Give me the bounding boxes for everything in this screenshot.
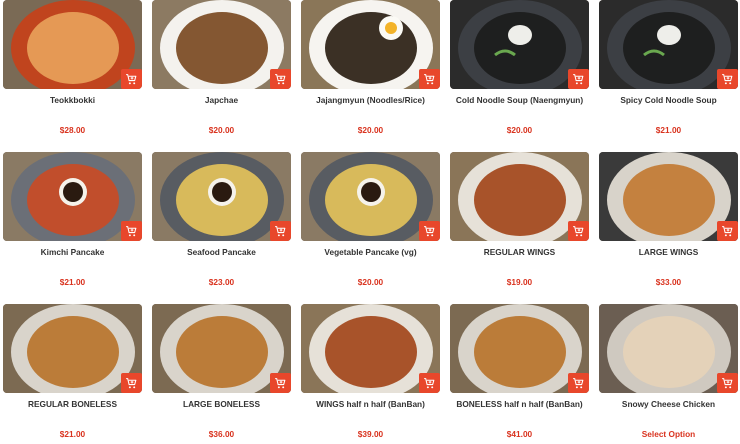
add-to-cart-icon	[126, 377, 137, 388]
add-to-cart-button[interactable]	[121, 69, 142, 89]
menu-item-card[interactable]: Japchae $20.00	[152, 0, 291, 135]
menu-item-name[interactable]: LARGE BONELESS	[152, 399, 291, 411]
add-to-cart-button[interactable]	[121, 373, 142, 393]
menu-item-price: $23.00	[208, 277, 235, 287]
menu-item-card[interactable]: LARGE WINGS $33.00	[599, 152, 738, 287]
menu-item-image[interactable]	[599, 152, 738, 241]
menu-item-name[interactable]: LARGE WINGS	[599, 247, 738, 259]
menu-item-price: $21.00	[655, 125, 682, 135]
menu-item-name[interactable]: Spicy Cold Noodle Soup	[599, 95, 738, 107]
menu-item-price: Select Option	[641, 429, 696, 439]
menu-item-name[interactable]: Snowy Cheese Chicken	[599, 399, 738, 411]
add-to-cart-button[interactable]	[717, 373, 738, 393]
menu-item-card[interactable]: Vegetable Pancake (vg) $20.00	[301, 152, 440, 287]
menu-item-price: $20.00	[357, 277, 384, 287]
add-to-cart-icon	[126, 73, 137, 84]
add-to-cart-icon	[424, 225, 435, 236]
add-to-cart-button[interactable]	[568, 373, 589, 393]
menu-item-image[interactable]	[599, 304, 738, 393]
menu-item-name[interactable]: Vegetable Pancake (vg)	[301, 247, 440, 259]
menu-item-image[interactable]	[152, 152, 291, 241]
menu-item-name[interactable]: BONELESS half n half (BanBan)	[450, 399, 589, 411]
add-to-cart-icon	[722, 73, 733, 84]
add-to-cart-icon	[573, 225, 584, 236]
add-to-cart-button[interactable]	[270, 221, 291, 241]
menu-item-name[interactable]: Cold Noodle Soup (Naengmyun)	[450, 95, 589, 107]
menu-item-price: $33.00	[655, 277, 682, 287]
menu-item-card[interactable]: REGULAR WINGS $19.00	[450, 152, 589, 287]
menu-item-price: $20.00	[506, 125, 533, 135]
menu-item-name[interactable]: REGULAR BONELESS	[3, 399, 142, 411]
menu-item-card[interactable]: Teokkbokki $28.00	[3, 0, 142, 135]
menu-item-name[interactable]: Japchae	[152, 95, 291, 107]
menu-item-price: $20.00	[357, 125, 384, 135]
add-to-cart-button[interactable]	[419, 373, 440, 393]
menu-item-name[interactable]: REGULAR WINGS	[450, 247, 589, 259]
add-to-cart-button[interactable]	[568, 221, 589, 241]
menu-item-name[interactable]: Seafood Pancake	[152, 247, 291, 259]
add-to-cart-icon	[424, 377, 435, 388]
menu-item-price: $21.00	[59, 429, 86, 439]
menu-item-card[interactable]: Seafood Pancake $23.00	[152, 152, 291, 287]
add-to-cart-icon	[573, 73, 584, 84]
menu-item-card[interactable]: Kimchi Pancake $21.00	[3, 152, 142, 287]
menu-item-name[interactable]: Kimchi Pancake	[3, 247, 142, 259]
menu-item-name[interactable]: Teokkbokki	[3, 95, 142, 107]
menu-item-image[interactable]	[301, 304, 440, 393]
menu-item-image[interactable]	[301, 0, 440, 89]
add-to-cart-button[interactable]	[121, 221, 142, 241]
menu-item-price: $20.00	[208, 125, 235, 135]
menu-item-price: $39.00	[357, 429, 384, 439]
add-to-cart-button[interactable]	[568, 69, 589, 89]
add-to-cart-button[interactable]	[419, 221, 440, 241]
menu-item-image[interactable]	[450, 152, 589, 241]
add-to-cart-button[interactable]	[717, 69, 738, 89]
menu-item-price: $21.00	[59, 277, 86, 287]
menu-item-price: $36.00	[208, 429, 235, 439]
menu-item-card[interactable]: WINGS half n half (BanBan) $39.00	[301, 304, 440, 439]
menu-item-card[interactable]: LARGE BONELESS $36.00	[152, 304, 291, 439]
add-to-cart-icon	[722, 377, 733, 388]
menu-item-price: $19.00	[506, 277, 533, 287]
menu-item-image[interactable]	[152, 304, 291, 393]
menu-item-card[interactable]: BONELESS half n half (BanBan) $41.00	[450, 304, 589, 439]
menu-grid: Teokkbokki $28.00 Japchae $20.00 Jajangm…	[0, 0, 740, 444]
add-to-cart-button[interactable]	[419, 69, 440, 89]
add-to-cart-icon	[573, 377, 584, 388]
menu-item-image[interactable]	[450, 0, 589, 89]
menu-item-card[interactable]: Cold Noodle Soup (Naengmyun) $20.00	[450, 0, 589, 135]
menu-item-card[interactable]: REGULAR BONELESS $21.00	[3, 304, 142, 439]
menu-item-image[interactable]	[152, 0, 291, 89]
add-to-cart-button[interactable]	[270, 69, 291, 89]
menu-item-image[interactable]	[450, 304, 589, 393]
menu-item-name[interactable]: WINGS half n half (BanBan)	[301, 399, 440, 411]
add-to-cart-button[interactable]	[717, 221, 738, 241]
add-to-cart-icon	[275, 225, 286, 236]
menu-item-image[interactable]	[3, 0, 142, 89]
menu-item-price: $41.00	[506, 429, 533, 439]
menu-item-card[interactable]: Jajangmyun (Noodles/Rice) $20.00	[301, 0, 440, 135]
menu-item-name[interactable]: Jajangmyun (Noodles/Rice)	[301, 95, 440, 107]
add-to-cart-icon	[275, 73, 286, 84]
add-to-cart-icon	[126, 225, 137, 236]
add-to-cart-icon	[424, 73, 435, 84]
menu-item-image[interactable]	[3, 304, 142, 393]
add-to-cart-button[interactable]	[270, 373, 291, 393]
menu-item-image[interactable]	[599, 0, 738, 89]
menu-item-price: $28.00	[59, 125, 86, 135]
menu-item-card[interactable]: Snowy Cheese Chicken Select Option	[599, 304, 738, 439]
menu-item-image[interactable]	[301, 152, 440, 241]
menu-item-card[interactable]: Spicy Cold Noodle Soup $21.00	[599, 0, 738, 135]
add-to-cart-icon	[722, 225, 733, 236]
menu-item-image[interactable]	[3, 152, 142, 241]
add-to-cart-icon	[275, 377, 286, 388]
